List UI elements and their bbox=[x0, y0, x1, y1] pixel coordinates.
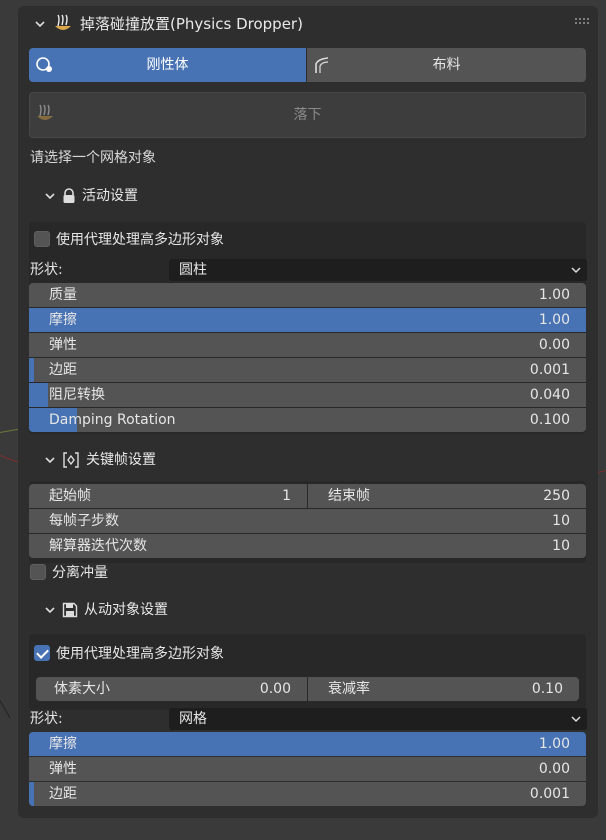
save-icon bbox=[62, 602, 78, 618]
tab-label: 刚性体 bbox=[146, 57, 189, 73]
passive-proxy-option[interactable]: 使用代理处理高多边形对象 bbox=[34, 640, 224, 666]
chevron-down-icon bbox=[571, 716, 581, 723]
drag-handle-icon[interactable] bbox=[574, 17, 590, 25]
lock-icon bbox=[63, 188, 75, 203]
margin-field[interactable]: 边距 0.001 bbox=[29, 358, 586, 382]
shape-label: 形状: bbox=[30, 262, 63, 278]
viewport-grid-line bbox=[0, 700, 11, 719]
chevron-down-icon[interactable] bbox=[34, 18, 46, 30]
active-proxy-checkbox[interactable] bbox=[34, 231, 50, 247]
slider-fill bbox=[29, 782, 34, 806]
decimate-ratio-field[interactable]: 衰减率 0.10 bbox=[308, 677, 579, 701]
substeps-field[interactable]: 每帧子步数 10 bbox=[29, 509, 586, 533]
section-active-settings[interactable]: 活动设置 bbox=[44, 182, 138, 210]
split-impulse-option[interactable]: 分离冲量 bbox=[30, 559, 108, 585]
voxel-size-field[interactable]: 体素大小 0.00 bbox=[36, 677, 307, 701]
chevron-down-icon[interactable] bbox=[44, 454, 56, 466]
physics-dropper-icon bbox=[55, 14, 71, 30]
section-keyframe-settings[interactable]: 关键帧设置 bbox=[44, 446, 156, 474]
tab-cloth[interactable]: 布料 bbox=[307, 48, 586, 82]
viewport-grid-line bbox=[0, 428, 20, 433]
rigidbody-icon bbox=[36, 57, 52, 72]
panel-header[interactable]: 掉落碰撞放置(Physics Dropper) bbox=[34, 10, 303, 38]
section-title: 关键帧设置 bbox=[86, 452, 156, 468]
dropdown-value: 网格 bbox=[179, 711, 207, 727]
hint-text: 请选择一个网格对象 bbox=[30, 150, 156, 166]
section-passive-settings[interactable]: 从动对象设置 bbox=[44, 596, 168, 624]
keyframe-icon bbox=[63, 452, 79, 468]
slider-fill bbox=[29, 358, 34, 382]
angular-damping-field[interactable]: Damping Rotation 0.100 bbox=[29, 408, 586, 432]
active-proxy-option[interactable]: 使用代理处理高多边形对象 bbox=[34, 226, 224, 252]
passive-margin-field[interactable]: 边距 0.001 bbox=[29, 782, 586, 806]
solver-iterations-field[interactable]: 解算器迭代次数 10 bbox=[29, 534, 586, 558]
active-fields: 质量 1.00 摩擦 1.00 弹性 0.00 边距 0.001 阻尼转换 0.… bbox=[29, 283, 586, 432]
start-frame-field[interactable]: 起始帧 1 bbox=[29, 484, 307, 508]
bounciness-field[interactable]: 弹性 0.00 bbox=[29, 333, 586, 357]
section-title: 活动设置 bbox=[82, 188, 138, 204]
chevron-down-icon bbox=[571, 267, 581, 274]
split-impulse-checkbox[interactable] bbox=[30, 564, 46, 580]
tab-label: 布料 bbox=[432, 57, 461, 73]
passive-proxy-checkbox[interactable] bbox=[34, 645, 50, 661]
passive-fields: 摩擦 1.00 弹性 0.00 边距 0.001 bbox=[29, 732, 586, 806]
section-title: 从动对象设置 bbox=[84, 602, 168, 618]
tab-rigidbody[interactable]: 刚性体 bbox=[29, 48, 306, 82]
panel-title: 掉落碰撞放置(Physics Dropper) bbox=[80, 15, 303, 33]
viewport-grid-line bbox=[597, 469, 606, 473]
checkbox-label: 使用代理处理高多边形对象 bbox=[56, 646, 224, 662]
drop-button[interactable]: 落下 bbox=[29, 92, 586, 138]
friction-field[interactable]: 摩擦 1.00 bbox=[29, 308, 586, 332]
end-frame-field[interactable]: 结束帧 250 bbox=[308, 484, 586, 508]
drop-button-label: 落下 bbox=[293, 107, 322, 123]
cloth-icon bbox=[315, 57, 329, 73]
dropdown-value: 圆柱 bbox=[179, 262, 207, 278]
checkbox-label: 使用代理处理高多边形对象 bbox=[56, 232, 224, 248]
passive-bounciness-field[interactable]: 弹性 0.00 bbox=[29, 757, 586, 781]
shape-label: 形状: bbox=[30, 711, 63, 727]
chevron-down-icon[interactable] bbox=[44, 604, 56, 616]
slider-fill bbox=[29, 383, 48, 407]
chevron-down-icon[interactable] bbox=[44, 190, 56, 202]
passive-friction-field[interactable]: 摩擦 1.00 bbox=[29, 732, 586, 756]
linear-damping-field[interactable]: 阻尼转换 0.040 bbox=[29, 383, 586, 407]
physics-dropper-panel: 掉落碰撞放置(Physics Dropper) 刚性体 布料 落下 请选择一个网… bbox=[18, 6, 598, 818]
mass-field[interactable]: 质量 1.00 bbox=[29, 283, 586, 307]
passive-shape-dropdown[interactable]: 网格 bbox=[169, 708, 587, 730]
checkbox-label: 分离冲量 bbox=[52, 565, 108, 581]
active-shape-dropdown[interactable]: 圆柱 bbox=[169, 259, 587, 281]
